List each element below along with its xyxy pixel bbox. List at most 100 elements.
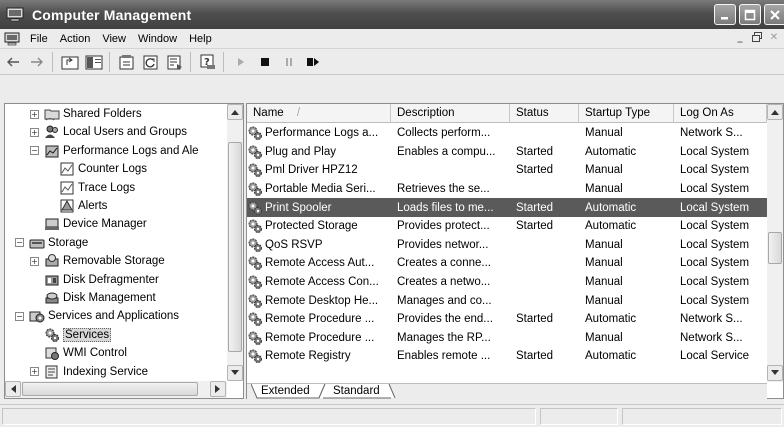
menu-bar: File Action View Window Help _ ✕ (0, 29, 784, 49)
child-restore-button[interactable] (749, 31, 765, 45)
service-name-cell: Remote Access Aut... (247, 255, 391, 271)
show-hide-tree-button[interactable] (83, 51, 105, 73)
service-description: Creates a conne... (397, 257, 491, 270)
pause-service-button[interactable] (278, 51, 300, 73)
service-description: Creates a netwo... (397, 276, 491, 289)
minimize-button[interactable] (714, 4, 736, 25)
service-row[interactable]: Print Spooler Loads files to me... Started… (247, 198, 767, 217)
tree-item[interactable]: Performance Logs and Ale (44, 142, 199, 160)
menu-action[interactable]: Action (54, 33, 97, 45)
service-gear-icon (247, 255, 265, 271)
tree-item[interactable]: Disk Defragmenter (44, 271, 159, 289)
list-vertical-scrollbar[interactable] (767, 104, 783, 382)
tree-item[interactable]: Disk Management (44, 289, 156, 307)
tree-horizontal-scrollbar[interactable] (5, 381, 227, 398)
service-row[interactable]: QoS RSVP Provides networ... Manual Local Sy… (247, 236, 767, 255)
column-description[interactable]: Description (391, 104, 510, 123)
menu-window[interactable]: Window (132, 33, 183, 45)
service-startup-type: Automatic (585, 145, 637, 158)
tree-item[interactable]: WMI Control (44, 344, 127, 362)
scroll-up-button[interactable] (227, 104, 243, 120)
service-row[interactable]: Performance Logs a... Collects perform...… (247, 124, 767, 143)
service-log-on-as: Network S... (680, 313, 743, 326)
stop-service-button[interactable] (254, 51, 276, 73)
list-scroll-thumb[interactable] (768, 232, 782, 264)
tree-item-label: Local Users and Groups (63, 126, 188, 139)
collapse-icon[interactable]: − (15, 238, 24, 248)
service-row[interactable]: Remote Desktop He... Manages and co... Man… (247, 291, 767, 310)
title-bar[interactable]: Computer Management (0, 0, 784, 29)
service-row[interactable]: Plug and Play Enables a compu... Started Au… (247, 143, 767, 162)
service-description: Enables a compu... (397, 145, 496, 158)
column-log-on-as[interactable]: Log On As (674, 104, 767, 123)
tree-vertical-scrollbar[interactable] (227, 104, 243, 381)
export-list-button[interactable] (164, 51, 186, 73)
expand-icon[interactable]: + (30, 256, 39, 266)
expand-icon[interactable]: + (30, 127, 39, 137)
expand-icon[interactable]: + (30, 109, 39, 119)
close-button[interactable] (764, 4, 784, 25)
service-row[interactable]: Remote Registry Enables remote ... Started… (247, 347, 767, 366)
expand-icon[interactable]: + (30, 367, 39, 377)
child-close-button[interactable]: ✕ (766, 31, 782, 45)
help-button[interactable]: ? (197, 51, 219, 73)
column-status[interactable]: Status (510, 104, 579, 123)
scroll-down-button[interactable] (227, 365, 243, 381)
service-row[interactable]: Portable Media Seri... Retrieves the se..… (247, 180, 767, 199)
tree-item[interactable]: Counter Logs (59, 160, 147, 178)
system-menu-icon[interactable] (4, 32, 20, 46)
scroll-thumb[interactable] (228, 142, 242, 352)
service-row[interactable]: Pml Driver HPZ12 Started Manual Local Syste… (247, 161, 767, 180)
service-row[interactable]: Protected Storage Provides protect... Star… (247, 217, 767, 236)
forward-button[interactable] (26, 51, 48, 73)
collapse-icon[interactable]: − (15, 311, 24, 321)
tab-extended[interactable]: Extended (253, 384, 318, 399)
list-scroll-down-button[interactable] (767, 365, 783, 381)
maximize-button[interactable] (739, 4, 761, 25)
scroll-left-button[interactable] (5, 381, 21, 397)
tree-item[interactable]: Trace Logs (59, 179, 135, 197)
service-row[interactable]: Remote Procedure ... Provides the end... S… (247, 310, 767, 329)
horizontal-scroll-thumb[interactable] (22, 382, 198, 396)
services-gear-icon (44, 327, 60, 343)
service-name: Remote Procedure ... (265, 313, 375, 326)
tab-standard[interactable]: Standard (325, 384, 388, 399)
tree-item-label: WMI Control (63, 347, 127, 360)
tree-item[interactable]: Removable Storage (44, 252, 165, 270)
list-scroll-up-button[interactable] (767, 104, 783, 120)
tree-item[interactable]: Services (44, 326, 112, 344)
service-startup-type: Manual (585, 238, 623, 251)
services-list[interactable]: Name / Description Status Startup Type L… (246, 103, 784, 399)
service-name-cell: Remote Procedure ... (247, 330, 391, 346)
refresh-button[interactable] (140, 51, 162, 73)
column-name[interactable]: Name / (247, 104, 391, 123)
menu-view[interactable]: View (96, 33, 132, 45)
tree-item[interactable]: Local Users and Groups (44, 123, 187, 141)
console-tree[interactable]: Shared Folders + Local Users and Groups + Pe… (4, 103, 244, 399)
service-row[interactable]: Remote Procedure ... Manages the RP... Man… (247, 329, 767, 348)
start-service-button[interactable] (230, 51, 252, 73)
service-log-on-as: Local System (680, 220, 750, 233)
collapse-icon[interactable]: − (30, 146, 39, 156)
tree-item[interactable]: Device Manager (44, 215, 147, 233)
tree-item[interactable]: Shared Folders (44, 105, 142, 123)
restart-service-button[interactable] (302, 51, 324, 73)
defrag-icon (44, 272, 60, 288)
tree-item[interactable]: Indexing Service (44, 363, 148, 381)
tree-item[interactable]: Alerts (59, 197, 107, 215)
service-startup-type: Automatic (585, 201, 637, 214)
properties-button[interactable] (116, 51, 138, 73)
tree-item-label: Device Manager (63, 218, 147, 231)
up-one-level-button[interactable] (59, 51, 81, 73)
column-startup-type[interactable]: Startup Type (579, 104, 674, 123)
menu-help[interactable]: Help (183, 33, 218, 45)
tree-item[interactable]: Services and Applications (29, 307, 179, 325)
child-minimize-button[interactable]: _ (732, 31, 748, 45)
menu-file[interactable]: File (24, 33, 54, 45)
service-row[interactable]: Remote Access Con... Creates a netwo... Ma… (247, 273, 767, 292)
scroll-right-button[interactable] (210, 381, 226, 397)
service-row[interactable]: Remote Access Aut... Creates a conne... Ma… (247, 254, 767, 273)
arrow-left-icon (11, 385, 16, 393)
tree-item[interactable]: Storage (29, 234, 88, 252)
back-button[interactable] (2, 51, 24, 73)
